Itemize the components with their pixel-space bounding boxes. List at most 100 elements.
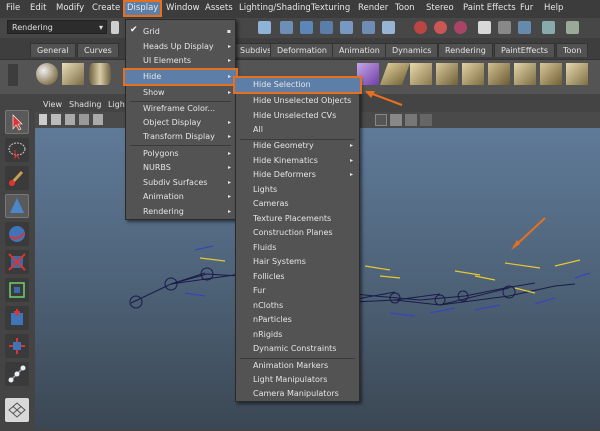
layout-icon[interactable] [5,398,29,422]
menu-item-camera-manipulators[interactable]: Camera Manipulators [236,387,359,401]
menu-item-hide-deformers[interactable]: Hide Deformers ▸ [236,168,359,182]
poly-platonic-icon[interactable] [566,63,588,85]
menu-window[interactable]: Window [166,3,200,13]
poly-soccer-icon[interactable] [540,63,562,85]
tab-dynamics[interactable]: Dynamics [385,43,439,57]
menu-item-wireframe-color[interactable]: Wireframe Color... [126,102,235,116]
render-current-icon[interactable] [414,21,427,34]
paint-select-tool-icon[interactable] [5,166,29,190]
poly-helix-icon[interactable] [514,63,536,85]
nurbs-cylinder-icon[interactable] [89,63,111,85]
hypershade-icon[interactable] [498,21,511,34]
ipr-render-icon[interactable] [434,21,447,34]
menu-item-nurbs[interactable]: NURBS ▸ [126,161,235,175]
menu-lighting-shading[interactable]: Lighting/Shading [239,3,311,13]
bookmark-icon[interactable] [51,114,61,125]
menu-item-hide-unselected-objects[interactable]: Hide Unselected Objects [236,94,359,108]
menu-item-object-display[interactable]: Object Display ▸ [126,116,235,130]
menu-file[interactable]: File [6,3,20,13]
menu-help[interactable]: Help [544,3,563,13]
script-editor-icon[interactable] [478,21,491,34]
menu-item-hide-geometry[interactable]: Hide Geometry ▸ [236,139,359,153]
menu-item-nrigids[interactable]: nRigids [236,328,359,342]
menu-item-dynamic-constraints[interactable]: Dynamic Constraints [236,342,359,356]
poly-torus-icon[interactable] [410,63,432,85]
menu-item-hide-selection[interactable]: Hide Selection [233,76,362,94]
menu-item-all[interactable]: All [236,123,359,137]
menu-toon[interactable]: Toon [395,3,415,13]
menu-item-nparticles[interactable]: nParticles [236,313,359,327]
menu-item-transform-display[interactable]: Transform Display ▸ [126,130,235,144]
menu-item-ncloths[interactable]: nCloths [236,299,359,313]
menu-item-rendering[interactable]: Rendering ▸ [126,205,235,219]
snap-plane-icon[interactable] [320,21,333,34]
snap-point-icon[interactable] [300,21,313,34]
snap-curve-icon[interactable] [280,21,293,34]
menu-item-show[interactable]: Show ▸ [126,86,235,100]
menu-item-animation[interactable]: Animation ▸ [126,190,235,204]
menu-edit[interactable]: Edit [30,3,46,13]
viewport-menu-lighting[interactable]: Ligh [108,100,125,109]
camera-attributes-icon[interactable] [39,114,47,125]
film-gate-icon[interactable] [93,114,103,125]
input-field-icon[interactable] [542,21,555,34]
menu-render[interactable]: Render [358,3,388,13]
menu-item-animation-markers[interactable]: Animation Markers [236,359,359,373]
menu-item-light-manipulators[interactable]: Light Manipulators [236,373,359,387]
tab-general[interactable]: General [30,43,76,57]
menu-item-polygons[interactable]: Polygons ▸ [126,147,235,161]
tab-curves[interactable]: Curves [77,43,119,57]
menu-item-texture-placements[interactable]: Texture Placements [236,212,359,226]
menu-item-lights[interactable]: Lights [236,183,359,197]
menu-item-fur[interactable]: Fur [236,284,359,298]
history-icon[interactable] [362,21,375,34]
poly-prism-icon[interactable] [436,63,458,85]
smooth-shade-icon[interactable] [390,114,402,126]
viewport-menu-shading[interactable]: Shading [69,100,102,109]
menu-item-ui-elements[interactable]: UI Elements ▸ [126,54,235,68]
menu-display[interactable]: Display [122,0,163,17]
nurbs-cube-icon[interactable] [62,63,84,85]
show-manip-tool-icon[interactable] [5,334,29,358]
poly-cube-selected-icon[interactable] [357,63,379,85]
scale-tool-icon[interactable] [5,250,29,274]
poly-pipe-icon[interactable] [488,63,510,85]
snap-grid-icon[interactable] [258,21,271,34]
tab-toon[interactable]: Toon [556,43,589,57]
menu-item-subdiv-surfaces[interactable]: Subdiv Surfaces ▸ [126,176,235,190]
poly-pyramid-icon[interactable] [462,63,484,85]
menu-item-cameras[interactable]: Cameras [236,197,359,211]
menu-set-selector[interactable]: Rendering ▾ [7,20,107,34]
ik-tool-icon[interactable] [5,362,29,386]
menu-fur[interactable]: Fur [520,3,533,13]
lock-selection-icon[interactable] [518,21,531,34]
input-output-icon[interactable] [382,21,395,34]
tab-rendering[interactable]: Rendering [438,43,493,57]
move-tool-icon[interactable] [5,194,29,218]
menu-item-hair-systems[interactable]: Hair Systems [236,255,359,269]
menu-item-fluids[interactable]: Fluids [236,241,359,255]
menu-item-grid[interactable]: Grid ▪ [126,25,235,39]
rotate-tool-icon[interactable] [5,222,29,246]
tab-painteffects[interactable]: PaintEffects [494,43,555,57]
universal-manip-icon[interactable] [5,278,29,302]
menu-paint-effects[interactable]: Paint Effects [463,3,516,13]
shelf-menu-icon[interactable] [8,64,18,86]
textured-icon[interactable] [405,114,417,126]
viewport-menu-view[interactable]: View [43,100,62,109]
menu-create[interactable]: Create [92,3,120,13]
menu-texturing[interactable]: Texturing [311,3,350,13]
tab-animation[interactable]: Animation [332,43,387,57]
tab-deformation[interactable]: Deformation [270,43,334,57]
menu-item-heads-up-display[interactable]: Heads Up Display ▸ [126,40,235,54]
render-settings-icon[interactable] [454,21,467,34]
select-tool-icon[interactable] [5,110,29,134]
menu-modify[interactable]: Modify [56,3,84,13]
soft-mod-tool-icon[interactable] [5,306,29,330]
menu-item-hide-unselected-cvs[interactable]: Hide Unselected CVs [236,109,359,123]
make-live-icon[interactable] [340,21,353,34]
isolate-select-icon[interactable] [420,114,432,126]
wireframe-icon[interactable] [375,114,387,126]
grid-toggle-icon[interactable] [79,114,89,125]
menu-item-follicles[interactable]: Follicles [236,270,359,284]
